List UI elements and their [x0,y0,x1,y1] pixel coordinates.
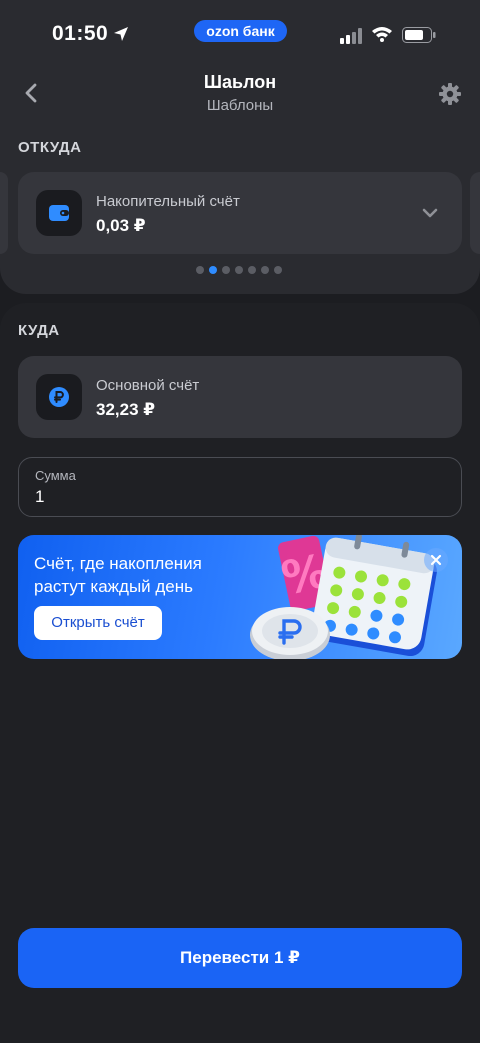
carousel-dot [248,266,256,274]
wifi-icon [372,27,392,42]
to-account-card[interactable]: Основной счёт 32,23 ₽ [18,356,462,438]
amount-label: Сумма [35,468,76,483]
carousel-dot [196,266,204,274]
from-account-icon-box [36,190,82,236]
promo-banner[interactable]: Счёт, где накопления растут каждый день … [18,535,462,659]
from-account-card[interactable]: Накопительный счёт 0,03 ₽ [18,172,462,254]
open-account-button[interactable]: Открыть счёт [34,606,162,640]
chevron-down-icon[interactable] [420,204,440,222]
status-time: 01:50 [52,22,109,45]
carousel-pagination [196,266,282,274]
promo-text: Счёт, где накопления растут каждый день [34,552,244,598]
promo-line-1: Счёт, где накопления [34,554,202,573]
prev-account-card-peek[interactable] [0,172,8,254]
from-section-label: ОТКУДА [18,139,82,156]
close-icon[interactable] [423,547,449,573]
carousel-dot [261,266,269,274]
carousel-dot [209,266,217,274]
to-section-label: КУДА [18,322,60,339]
battery-icon [402,27,436,43]
gear-icon[interactable] [436,80,464,108]
to-account-balance: 32,23 ₽ [96,400,156,419]
from-account-name: Накопительный счёт [96,193,240,210]
location-arrow-icon [114,27,128,41]
promo-line-2: растут каждый день [34,577,194,596]
carousel-dot [235,266,243,274]
from-account-balance: 0,03 ₽ [96,216,146,235]
to-account-icon-box [36,374,82,420]
to-account-name: Основной счёт [96,377,200,394]
carousel-dot [222,266,230,274]
transfer-button[interactable]: Перевести 1 ₽ [18,928,462,988]
amount-input[interactable]: 1 [35,487,44,507]
ozon-bank-badge: ozon банк [194,20,287,42]
status-bar: 01:50 ozon банк [0,0,480,64]
cellular-signal-icon [340,28,362,44]
amount-field[interactable]: Сумма 1 [18,457,462,517]
page-subtitle: Шаблоны [206,97,274,114]
ruble-icon [49,387,69,407]
carousel-dot [274,266,282,274]
next-account-card-peek[interactable] [470,172,480,254]
wallet-icon [49,205,69,221]
page-title: Шаьлон [203,72,277,92]
